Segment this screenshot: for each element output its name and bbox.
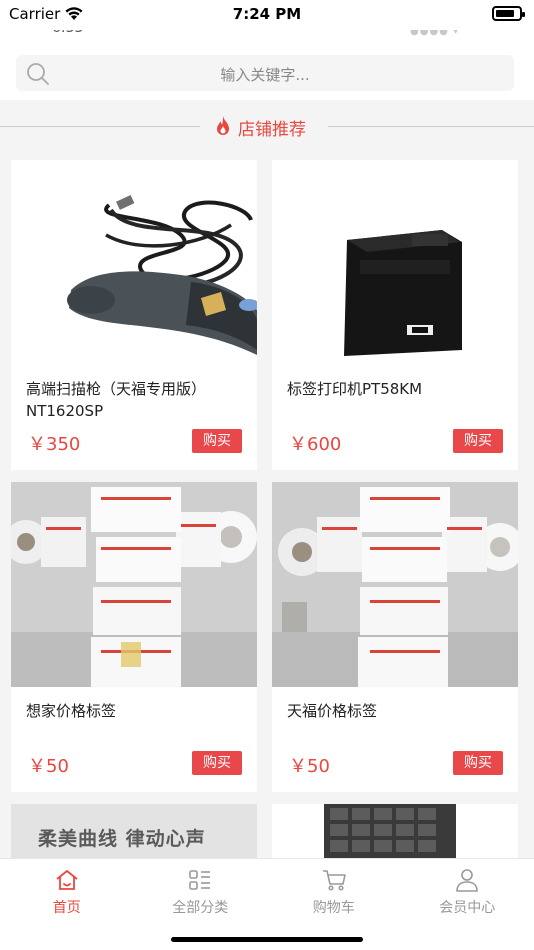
divider xyxy=(0,126,200,127)
tab-bar: 首页 全部分类 购物车 会员中心 xyxy=(0,858,534,916)
banner-text: 柔美曲线 律动心声 xyxy=(38,828,206,850)
tab-cart[interactable]: 购物车 xyxy=(267,859,401,917)
battery-level xyxy=(496,10,514,17)
section-title: 店铺推荐 xyxy=(238,120,306,140)
product-name[interactable]: 天福价格标签 xyxy=(287,700,507,722)
product-card[interactable] xyxy=(272,804,518,864)
section-header: 店铺推荐 xyxy=(0,106,534,146)
product-card[interactable]: 柔美曲线 律动心声 xyxy=(11,804,257,864)
product-image[interactable]: 柔美曲线 律动心声 xyxy=(11,804,257,864)
buy-button[interactable]: 购买 xyxy=(192,751,242,775)
category-icon xyxy=(189,870,211,890)
tab-label: 首页 xyxy=(52,900,81,916)
divider xyxy=(328,126,534,127)
home-indicator[interactable] xyxy=(171,937,363,942)
product-card[interactable]: 天福价格标签 ￥50 购买 xyxy=(272,482,518,792)
buy-button[interactable]: 购买 xyxy=(453,429,503,453)
product-card[interactable]: 高端扫描枪（天福专用版）NT1620SP ￥350 购买 xyxy=(11,160,257,470)
product-price: ￥350 xyxy=(28,434,81,455)
product-price: ￥600 xyxy=(289,434,342,455)
tab-label: 全部分类 xyxy=(172,900,229,916)
home-icon xyxy=(56,870,78,890)
cart-icon xyxy=(322,870,346,891)
buy-button[interactable]: 购买 xyxy=(453,751,503,775)
product-image[interactable] xyxy=(272,482,518,687)
tab-categories[interactable]: 全部分类 xyxy=(134,859,268,917)
product-card[interactable]: 标签打印机PT58KM ￥600 购买 xyxy=(272,160,518,470)
buy-button[interactable]: 购买 xyxy=(192,429,242,453)
product-name[interactable]: 标签打印机PT58KM xyxy=(287,378,507,400)
status-time: 7:24 PM xyxy=(232,5,302,23)
tab-member[interactable]: 会员中心 xyxy=(401,859,534,917)
tab-home[interactable]: 首页 xyxy=(0,859,134,917)
status-bar: Carrier 7:24 PM xyxy=(0,0,534,30)
user-icon xyxy=(456,869,479,892)
product-card[interactable]: 想家价格标签 ￥50 购买 xyxy=(11,482,257,792)
tab-label: 购物车 xyxy=(312,900,355,916)
search-bar: 输入关键字... xyxy=(0,46,534,100)
home-indicator-area xyxy=(0,916,534,950)
product-image[interactable] xyxy=(272,804,518,864)
tab-label: 会员中心 xyxy=(439,900,496,916)
product-image[interactable] xyxy=(11,160,257,365)
search-placeholder: 输入关键字... xyxy=(220,66,310,84)
product-name[interactable]: 高端扫描枪（天福专用版）NT1620SP xyxy=(26,378,246,422)
product-image[interactable] xyxy=(272,160,518,365)
product-price: ￥50 xyxy=(28,756,69,777)
product-price: ￥50 xyxy=(289,756,330,777)
product-image[interactable] xyxy=(11,482,257,687)
search-input[interactable]: 输入关键字... xyxy=(16,55,514,91)
fire-icon xyxy=(217,116,229,135)
battery-icon xyxy=(492,6,525,21)
product-name[interactable]: 想家价格标签 xyxy=(26,700,246,722)
